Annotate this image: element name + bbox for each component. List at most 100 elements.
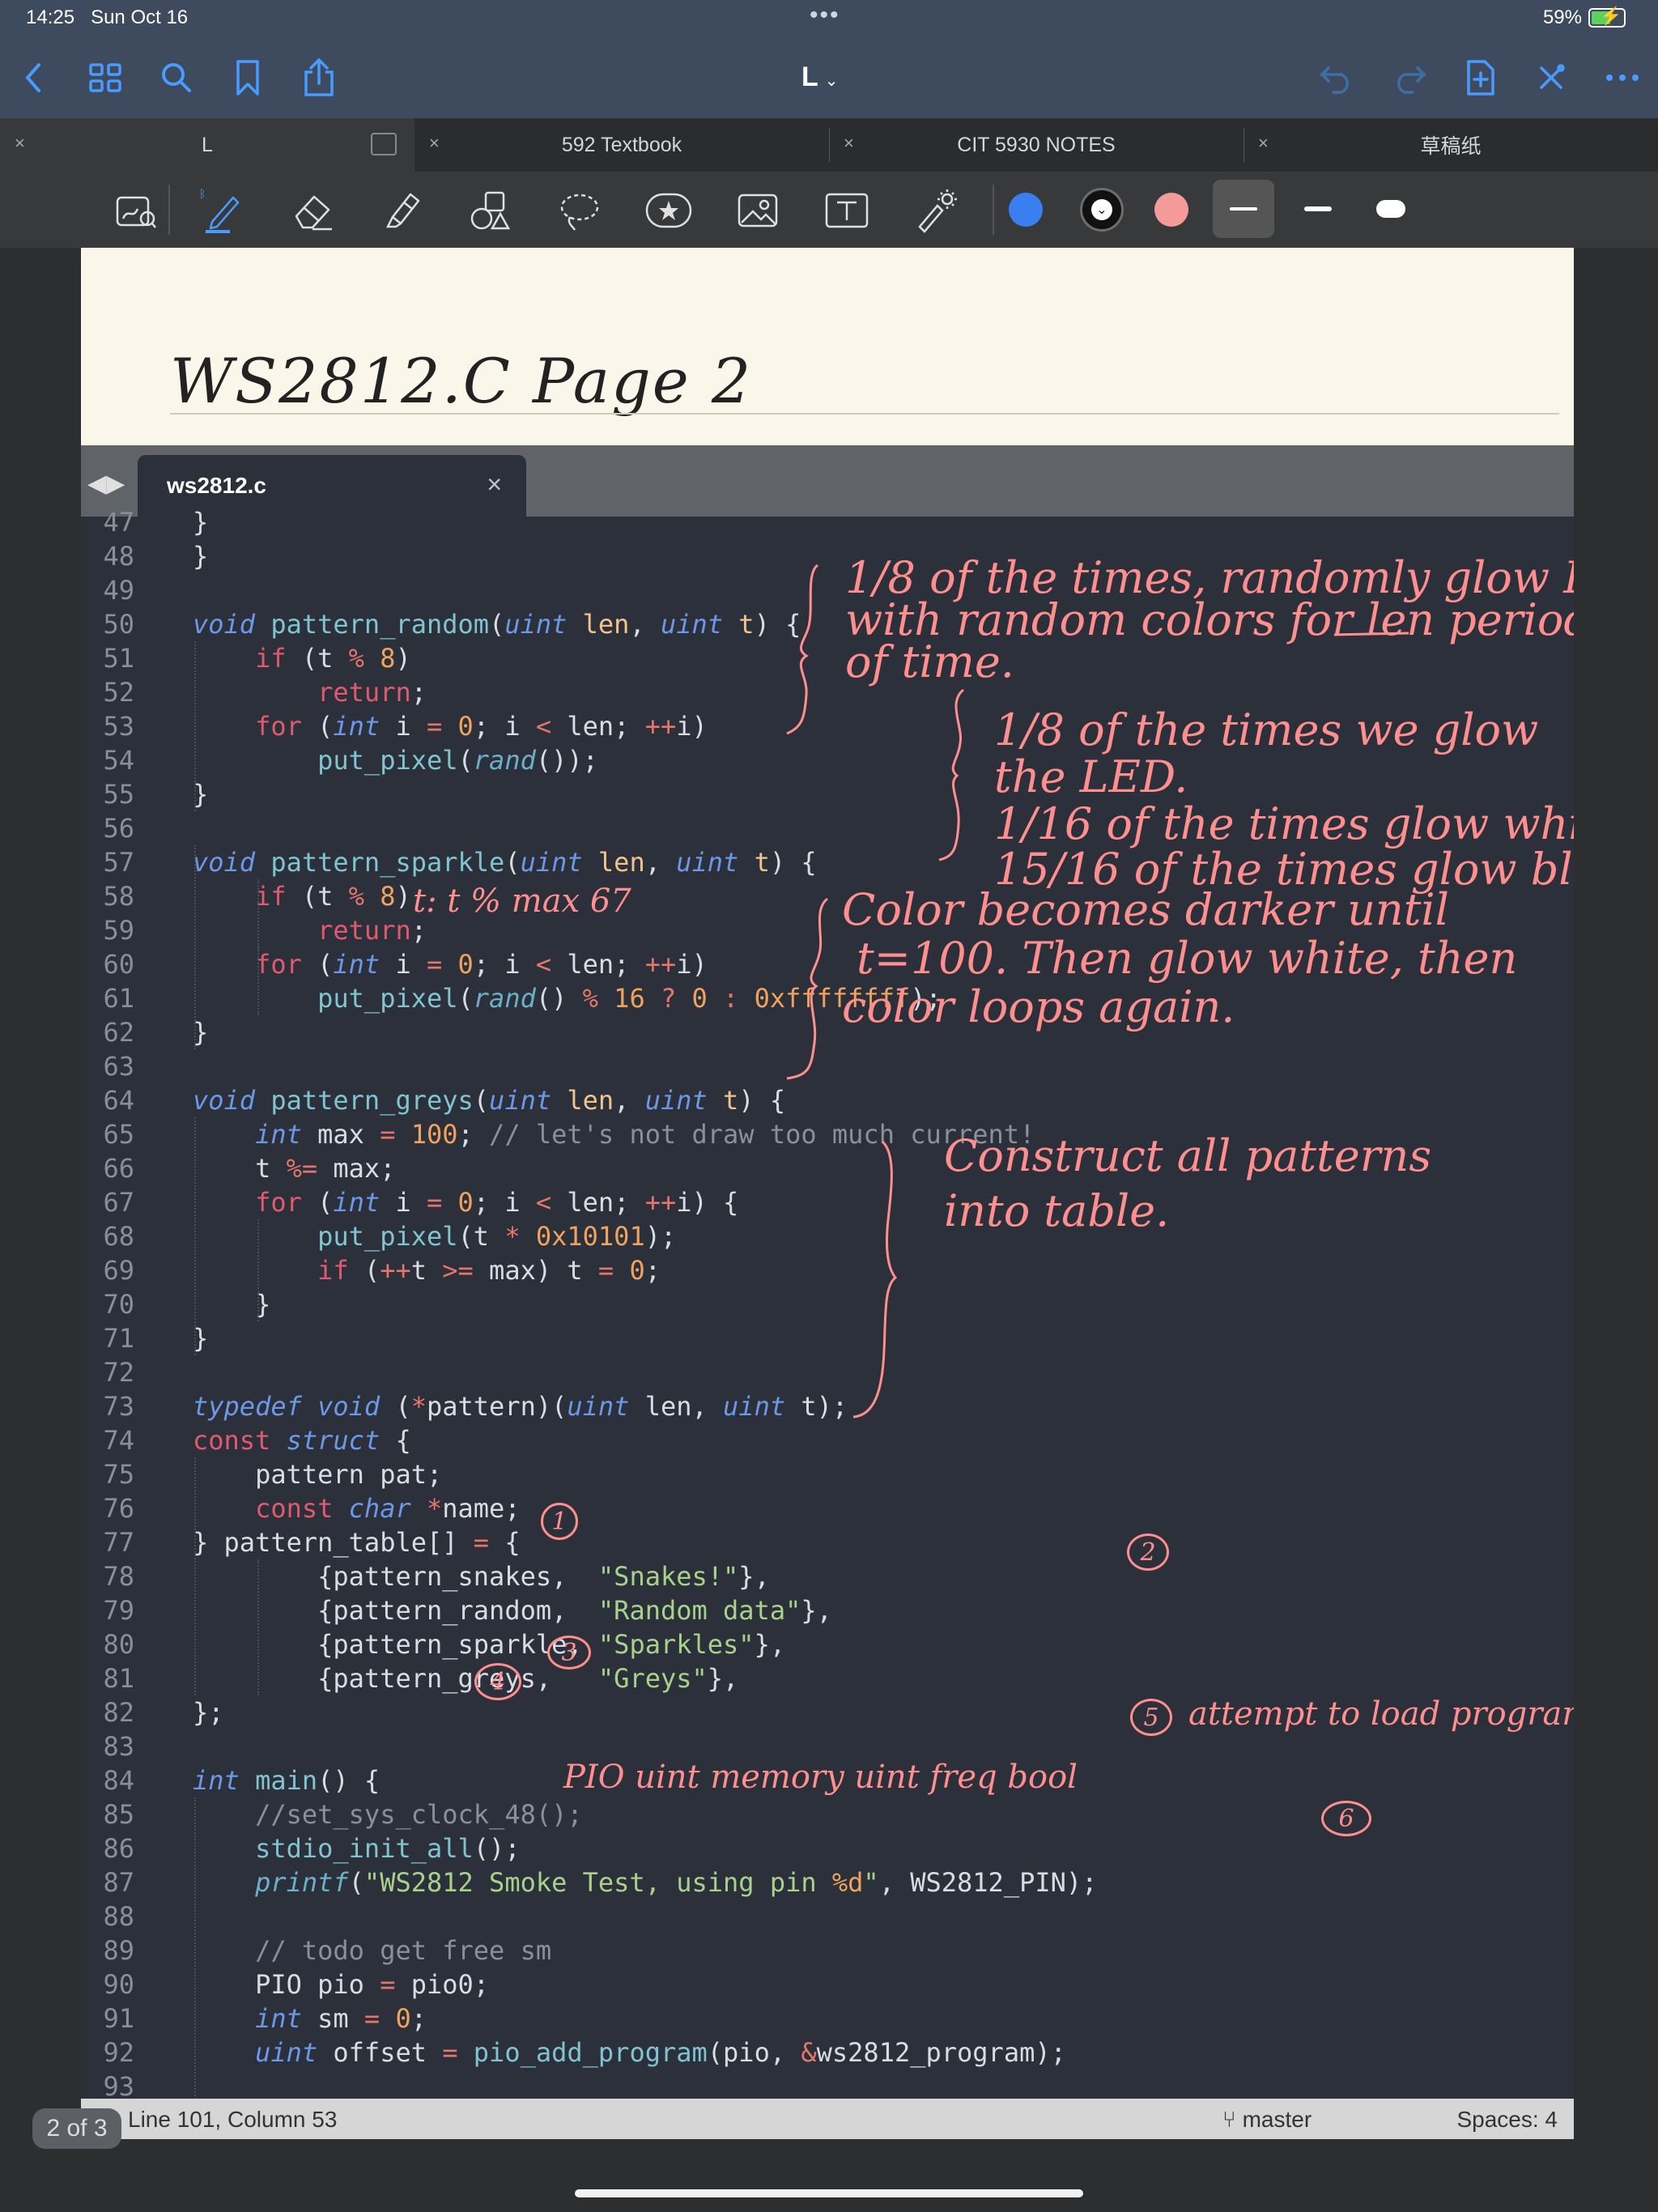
note-greys: t=100. Then glow white, then <box>857 933 1518 984</box>
color-blue[interactable] <box>1009 193 1043 227</box>
code-token: ( <box>380 1391 411 1422</box>
code-token: {pattern_sparkle, <box>193 1629 598 1660</box>
code-line: 76 const char *name; <box>81 1491 520 1525</box>
pen-icon[interactable]: ᛒ <box>199 186 248 235</box>
code-token: ()); <box>535 745 598 776</box>
code-token: , WS2812_PIN); <box>878 1867 1098 1898</box>
image-icon[interactable] <box>733 186 782 235</box>
code-token: ( <box>348 1255 380 1286</box>
code-token: if <box>255 643 287 674</box>
back-icon[interactable] <box>11 55 57 100</box>
stroke-thick[interactable] <box>1360 180 1422 238</box>
code-token: main <box>255 1765 318 1796</box>
code-token: 0 <box>457 1187 474 1218</box>
text-icon[interactable] <box>823 186 871 235</box>
code-token: 8 <box>380 643 396 674</box>
note-sparkle: 1/8 of the times we glow <box>994 704 1539 755</box>
close-icon[interactable]: × <box>487 470 502 500</box>
line-number: 80 <box>103 1629 134 1660</box>
redo-icon[interactable] <box>1386 55 1431 100</box>
bookmark-icon[interactable] <box>225 55 270 100</box>
code-token: {pattern_greys, <box>193 1663 598 1694</box>
git-branch[interactable]: ⑂ master <box>1222 2107 1312 2133</box>
code-token: * <box>426 1493 443 1524</box>
line-number: 81 <box>103 1663 134 1694</box>
code-token: ) { <box>738 1085 786 1116</box>
code-token: if <box>255 881 287 912</box>
code-token: t <box>738 609 755 640</box>
grid-view-icon[interactable] <box>83 55 128 100</box>
split-view-icon[interactable] <box>371 133 397 155</box>
code-token: void <box>193 847 256 878</box>
chevron-down-icon[interactable]: ⌄ <box>825 72 839 90</box>
note-page[interactable]: WS2812.C Page 2 ◀▶ ws2812.c × 47} 48} 49 50… <box>81 248 1574 2139</box>
sticker-icon[interactable] <box>644 186 693 235</box>
code-token: ; i <box>473 711 536 742</box>
code-line: 90 PIO pio = pio0; <box>81 1967 489 2001</box>
line-number: 79 <box>103 1595 134 1626</box>
add-page-icon[interactable] <box>1457 55 1503 100</box>
code-token: uint <box>644 1085 708 1116</box>
laser-pointer-icon[interactable] <box>912 186 960 235</box>
code-token: PIO pio <box>193 1969 380 2000</box>
color-black-selected[interactable]: ⌄ <box>1080 188 1124 232</box>
tab-592-textbook[interactable]: × 592 Textbook <box>414 118 829 172</box>
stroke-thin-selected[interactable] <box>1213 180 1274 238</box>
code-token: uint <box>723 1391 786 1422</box>
code-token: = <box>426 949 443 980</box>
code-token: 0 <box>691 983 708 1014</box>
code-token: int <box>193 1765 240 1796</box>
line-number: 76 <box>103 1493 134 1524</box>
close-icon[interactable]: × <box>844 133 854 154</box>
note-init-arg-types: PIO uint memory uint freq bool <box>563 1759 1078 1796</box>
page-title: WS2812.C Page 2 <box>170 345 753 417</box>
code-token: const <box>255 1493 334 1524</box>
eraser-icon[interactable] <box>288 186 337 235</box>
line-number: 91 <box>103 2003 134 2034</box>
share-icon[interactable] <box>296 55 342 100</box>
lasso-icon[interactable] <box>555 186 604 235</box>
close-icon[interactable]: × <box>1258 133 1269 154</box>
document-title[interactable]: L ⌄ <box>801 62 839 93</box>
code-token: ++ <box>644 1187 677 1218</box>
close-icon[interactable]: × <box>15 133 25 154</box>
play-icon[interactable]: ◀▶ <box>87 470 125 498</box>
indentation-setting[interactable]: Spaces: 4 <box>1456 2107 1558 2133</box>
tab-scratch-paper[interactable]: × 草稿纸 <box>1244 118 1658 172</box>
code-token: " <box>863 1867 879 1898</box>
multitasking-dots[interactable]: ••• <box>810 2 840 29</box>
close-icon[interactable]: × <box>429 133 440 154</box>
code-token: t <box>193 1153 287 1184</box>
code-line: 55} <box>81 777 208 811</box>
code-token: max <box>301 1119 380 1150</box>
highlighter-icon[interactable] <box>377 186 426 235</box>
color-pink[interactable] <box>1154 193 1188 227</box>
close-edit-icon[interactable] <box>1528 55 1574 100</box>
code-token: ) <box>395 643 411 674</box>
stroke-medium[interactable] <box>1287 180 1349 238</box>
line-number: 70 <box>103 1289 134 1320</box>
search-icon[interactable] <box>154 55 199 100</box>
undo-icon[interactable] <box>1315 55 1360 100</box>
annotation-circle: 6 <box>1321 1801 1371 1836</box>
code-token: ( <box>301 949 334 980</box>
code-token: ) { <box>769 847 817 878</box>
shapes-icon[interactable] <box>466 186 515 235</box>
tab-cit-5930-notes[interactable]: × CIT 5930 NOTES <box>829 118 1244 172</box>
code-line: 51 if (t % 8) <box>81 641 411 675</box>
tab-l[interactable]: × L <box>0 118 414 172</box>
code-token: ( <box>457 983 474 1014</box>
code-token: { <box>489 1527 521 1558</box>
code-token: // todo get free sm <box>255 1935 552 1966</box>
more-options-icon[interactable] <box>1600 55 1645 100</box>
code-view[interactable]: 47} 48} 49 50 void pattern_random(uint len, … <box>81 507 1574 2138</box>
zoom-draw-icon[interactable] <box>112 186 160 235</box>
home-indicator[interactable] <box>575 2189 1083 2197</box>
code-token: ( <box>504 847 521 878</box>
code-token: } <box>193 541 209 572</box>
line-number: 88 <box>103 1901 134 1932</box>
